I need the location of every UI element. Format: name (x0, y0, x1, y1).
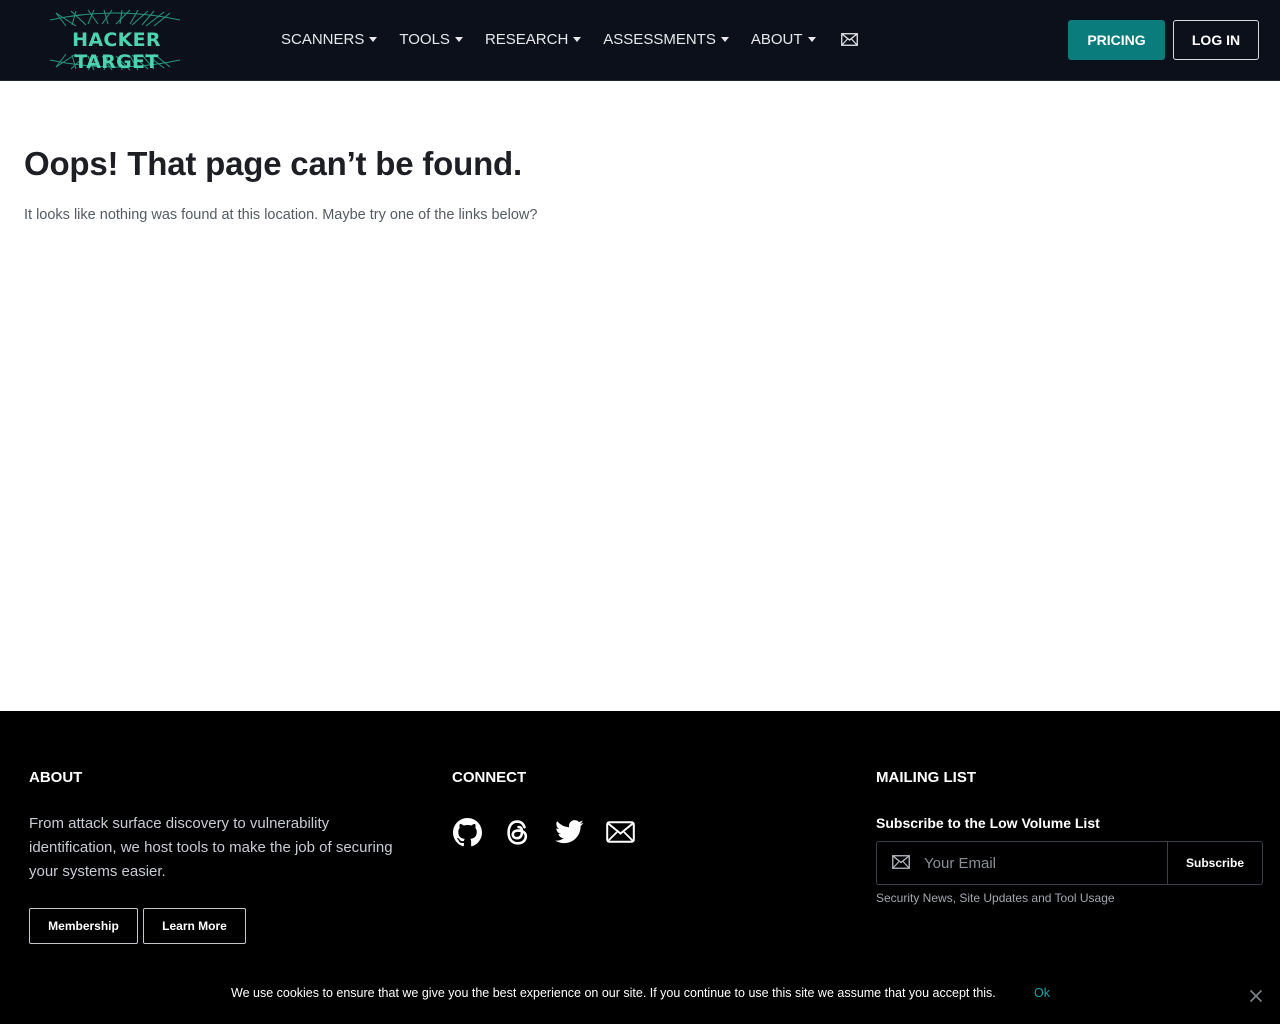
nav-envelope-icon[interactable] (840, 32, 858, 46)
subscribe-note: Security News, Site Updates and Tool Usa… (876, 891, 1115, 905)
pricing-button[interactable]: PRICING (1068, 20, 1165, 60)
nav-tools[interactable]: TOOLS (399, 31, 463, 48)
close-icon[interactable] (1249, 989, 1263, 1003)
cookie-ok-link[interactable]: Ok (1034, 986, 1050, 1000)
caret-down-icon (573, 36, 582, 42)
github-icon[interactable] (452, 817, 482, 847)
hacker-target-logo[interactable]: HACKER TARGET (36, 8, 194, 73)
logo-text: HACKER TARGET (72, 29, 161, 73)
main-nav: SCANNERS TOOLS RESEARCH ASSESSMENTS ABOU… (281, 28, 858, 50)
cookie-notice: We use cookies to ensure that we give yo… (0, 970, 1280, 1016)
membership-button[interactable]: Membership (29, 908, 138, 944)
subscribe-button[interactable]: Subscribe (1167, 841, 1263, 885)
nav-scanners-label: SCANNERS (281, 30, 365, 48)
not-found-message: It looks like nothing was found at this … (24, 207, 538, 223)
nav-assessments[interactable]: ASSESSMENTS (603, 31, 729, 48)
nav-tools-label: TOOLS (399, 30, 450, 48)
social-links (452, 817, 656, 847)
nav-about[interactable]: ABOUT (751, 31, 816, 48)
envelope-icon (892, 855, 910, 874)
email-input[interactable] (924, 842, 1164, 884)
site-header: HACKER TARGET SCANNERS TOOLS RESEARCH AS… (0, 0, 1280, 81)
nav-research[interactable]: RESEARCH (484, 30, 582, 48)
learn-more-button[interactable]: Learn More (143, 908, 246, 944)
caret-down-icon (807, 36, 816, 42)
nav-research-label: RESEARCH (484, 30, 569, 48)
footer-about-heading: ABOUT (29, 769, 83, 786)
caret-down-icon (720, 36, 729, 42)
footer-connect-heading: CONNECT (452, 769, 527, 786)
twitter-icon[interactable] (554, 817, 584, 847)
email-field-wrapper (876, 841, 1168, 885)
threads-icon[interactable] (503, 817, 533, 847)
page-title: Oops! That page can’t be found. (24, 145, 522, 182)
nav-scanners[interactable]: SCANNERS (281, 30, 378, 48)
nav-assessments-label: ASSESSMENTS (603, 30, 716, 48)
caret-down-icon (454, 36, 463, 42)
email-icon[interactable] (605, 817, 635, 847)
cookie-text: We use cookies to ensure that we give yo… (231, 986, 996, 1000)
footer-mailing-heading: MAILING LIST (876, 769, 976, 786)
login-button[interactable]: LOG IN (1173, 20, 1259, 60)
subscribe-heading: Subscribe to the Low Volume List (876, 815, 1100, 831)
caret-down-icon (369, 36, 378, 42)
footer-about-text: From attack surface discovery to vulnera… (29, 815, 393, 880)
nav-about-label: ABOUT (750, 30, 803, 48)
